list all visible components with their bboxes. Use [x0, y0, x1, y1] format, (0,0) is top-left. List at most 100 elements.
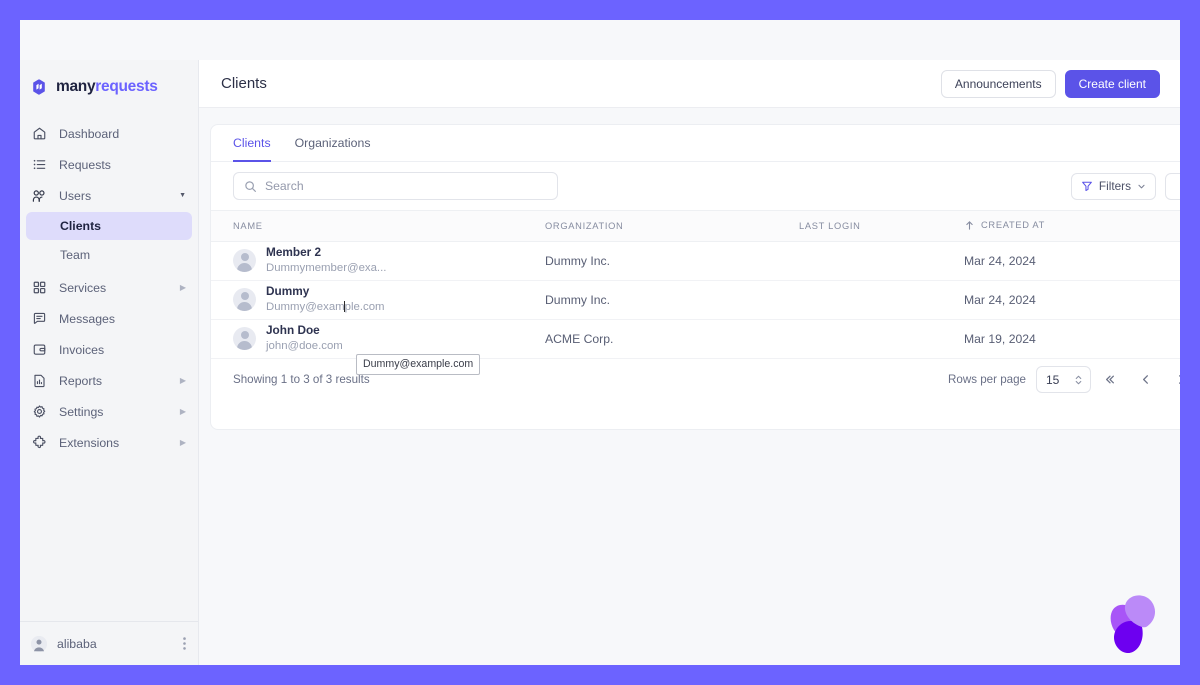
table-row[interactable]: John Doe john@doe.com ACME Corp. Mar 19,…	[211, 319, 1180, 359]
clients-card: Clients Organizations Search Filters NAM…	[210, 124, 1180, 430]
next-page-button[interactable]	[1163, 365, 1180, 395]
sidebar-item-label: Users	[59, 188, 92, 203]
brand-wordmark: manyrequests	[56, 78, 158, 96]
list-icon	[31, 157, 47, 173]
grid-icon	[31, 280, 47, 296]
cell-name: Member 2 Dummymember@exa...	[211, 241, 545, 281]
gear-icon	[31, 404, 47, 420]
client-email-before-caret: Dummy@exam	[266, 301, 345, 314]
sidebar-item-clients[interactable]: Clients	[26, 212, 192, 240]
chevron-down-icon[interactable]: ▼	[179, 192, 186, 199]
rows-per-page-label: Rows per page	[948, 373, 1026, 386]
column-label: NAME	[233, 221, 263, 231]
sidebar-item-label: Messages	[59, 311, 116, 326]
filters-label: Filters	[1098, 179, 1131, 193]
sidebar-subitem-label: Team	[60, 248, 91, 262]
tab-organizations[interactable]: Organizations	[295, 125, 371, 161]
cell-name: Dummy Dummy@example.com	[211, 280, 545, 320]
cell-created-at: Mar 24, 2024	[964, 241, 1180, 281]
funnel-icon	[1081, 180, 1093, 192]
prev-page-button[interactable]	[1127, 365, 1163, 395]
sidebar-item-label: Extensions	[59, 435, 120, 450]
filters-button[interactable]: Filters	[1070, 172, 1156, 200]
table-header-row: NAME ORGANIZATION LAST LOGIN CREATED AT	[211, 210, 1180, 242]
wallet-icon	[31, 342, 47, 358]
sidebar-item-invoices[interactable]: Invoices	[20, 334, 198, 365]
sidebar-item-team[interactable]: Team	[26, 241, 192, 269]
client-name: Member 2	[266, 245, 322, 260]
rows-per-page-select[interactable]: 15	[1036, 366, 1091, 393]
column-header-last-login[interactable]: LAST LOGIN	[799, 210, 964, 242]
sort-asc-arrow-icon	[964, 220, 975, 231]
sidebar-item-dashboard[interactable]: Dashboard	[20, 118, 198, 149]
sidebar-item-messages[interactable]: Messages	[20, 303, 198, 334]
sidebar-subitem-label: Clients	[60, 219, 101, 233]
brand-name-part2: requests	[95, 78, 158, 95]
cell-organization: ACME Corp.	[545, 319, 799, 359]
announcements-button[interactable]: Announcements	[940, 69, 1056, 98]
brand-name-part1: many	[56, 78, 96, 95]
sidebar-item-requests[interactable]: Requests	[20, 149, 198, 180]
tab-clients[interactable]: Clients	[233, 125, 271, 162]
table-body: Member 2 Dummymember@exa... Dummy Inc. M…	[211, 241, 1180, 359]
client-name: John Doe	[266, 323, 320, 338]
column-header-organization[interactable]: ORGANIZATION	[545, 210, 799, 242]
sidebar-item-label: Requests	[59, 157, 111, 172]
brand-logo[interactable]: manyrequests	[20, 60, 198, 116]
table-row[interactable]: Dummy Dummy@example.com Dummy Inc. Mar 2…	[211, 280, 1180, 320]
results-summary: Showing 1 to 3 of 3 results	[233, 373, 370, 386]
email-tooltip: Dummy@example.com	[356, 354, 481, 375]
sidebar-item-extensions[interactable]: Extensions ▶	[20, 427, 198, 458]
sidebar-user-footer[interactable]: alibaba	[20, 621, 198, 665]
chart-icon	[31, 373, 47, 389]
cell-last-login	[799, 280, 964, 320]
table-options-button[interactable]	[1165, 172, 1180, 200]
create-client-button[interactable]: Create client	[1064, 69, 1160, 98]
pinwheel-chat-widget-icon[interactable]	[1104, 589, 1180, 665]
chevron-down-icon	[1137, 182, 1146, 191]
tab-label: Clients	[233, 135, 271, 150]
home-icon	[31, 126, 47, 142]
users-icon	[31, 188, 47, 204]
cell-organization: Dummy Inc.	[545, 280, 799, 320]
client-name: Dummy	[266, 284, 310, 299]
chevron-right-icon[interactable]: ▶	[180, 407, 186, 416]
sidebar-item-label: Dashboard	[59, 126, 120, 141]
chevron-right-icon[interactable]: ▶	[180, 376, 186, 385]
chevron-right-icon[interactable]: ▶	[180, 283, 186, 292]
manyrequests-logo-icon	[30, 78, 48, 96]
column-label: ORGANIZATION	[545, 221, 624, 231]
avatar	[233, 288, 256, 312]
sidebar-item-users[interactable]: Users ▼	[20, 180, 198, 211]
cell-created-at: Mar 24, 2024	[964, 280, 1180, 320]
column-header-name[interactable]: NAME	[211, 210, 545, 242]
cell-last-login	[799, 319, 964, 359]
table-row[interactable]: Member 2 Dummymember@exa... Dummy Inc. M…	[211, 241, 1180, 281]
tab-label: Organizations	[294, 135, 371, 150]
page-title: Clients	[221, 75, 267, 92]
column-header-created-at[interactable]: CREATED AT	[964, 210, 1180, 242]
message-icon	[31, 311, 47, 327]
sidebar-item-label: Settings	[59, 404, 104, 419]
user-avatar-icon	[31, 635, 47, 652]
pagination-controls: Rows per page 15	[948, 365, 1180, 395]
stepper-updown-icon	[1074, 373, 1083, 387]
chevron-right-icon[interactable]: ▶	[180, 438, 186, 447]
avatar	[233, 249, 256, 273]
browser-viewport: manyrequests Dashboard Requests Users ▼ …	[20, 20, 1180, 665]
sidebar-item-reports[interactable]: Reports ▶	[20, 365, 198, 396]
client-email[interactable]: Dummy@example.com	[266, 299, 385, 316]
sidebar-nav: Dashboard Requests Users ▼ Clients Team …	[20, 116, 198, 621]
sidebar-item-settings[interactable]: Settings ▶	[20, 396, 198, 427]
column-label: LAST LOGIN	[799, 221, 861, 231]
sidebar-user-name: alibaba	[57, 636, 97, 651]
client-email-after-caret: ple.com	[344, 301, 385, 314]
search-input[interactable]: Search	[233, 172, 558, 200]
sidebar-item-label: Invoices	[59, 342, 105, 357]
first-page-button[interactable]	[1091, 365, 1127, 395]
column-label: CREATED AT	[981, 220, 1045, 230]
search-icon	[244, 180, 257, 193]
kebab-menu-icon[interactable]	[183, 637, 186, 650]
table-head: NAME ORGANIZATION LAST LOGIN CREATED AT	[211, 210, 1180, 242]
sidebar-item-services[interactable]: Services ▶	[20, 272, 198, 303]
